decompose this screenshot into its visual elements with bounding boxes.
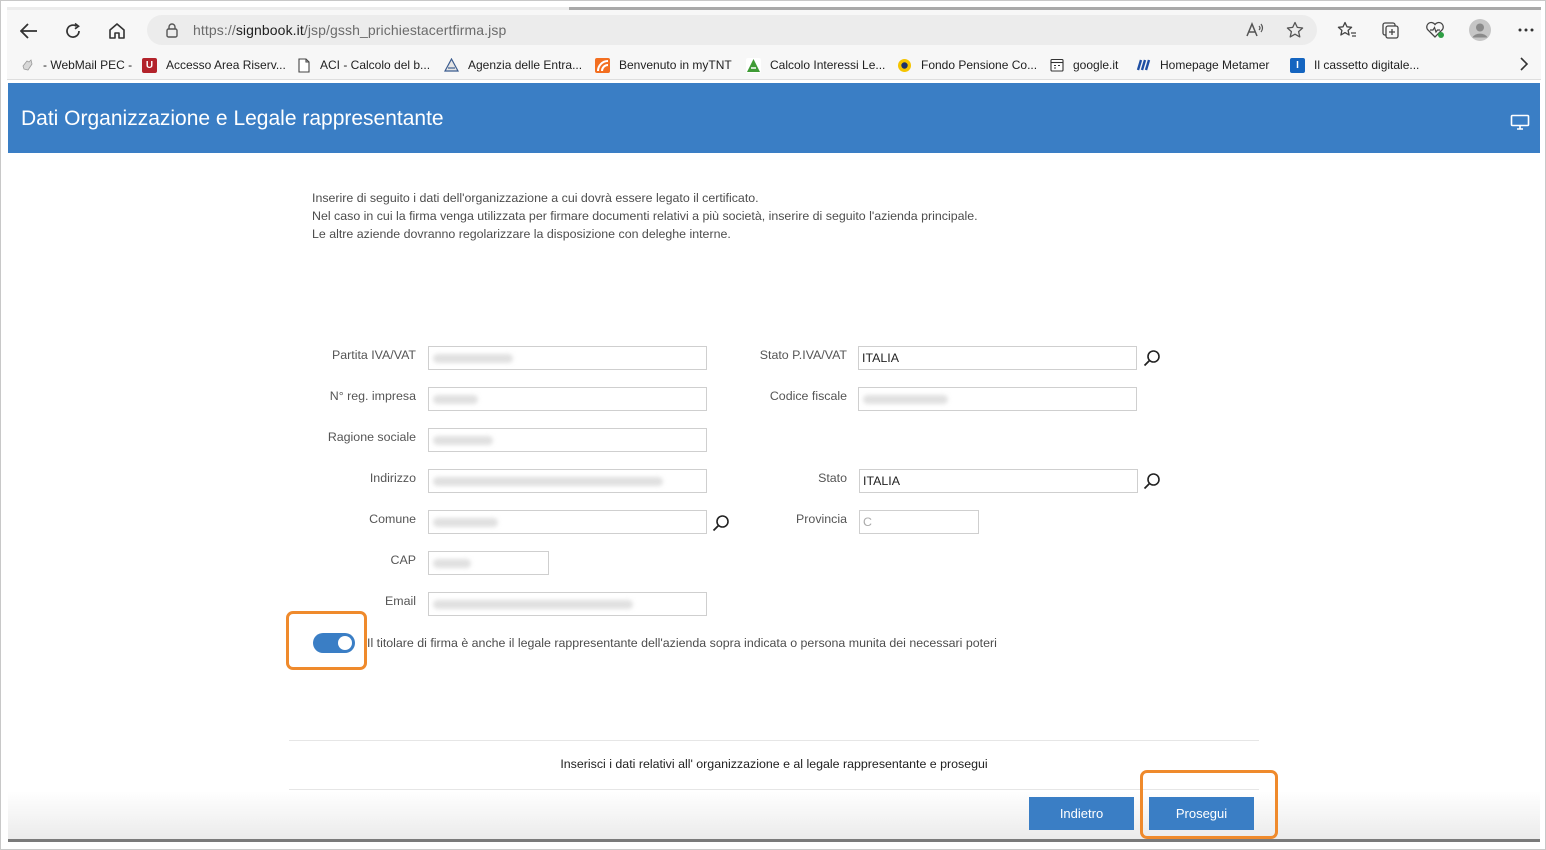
bookmarks-bar: - WebMail PEC - U Accesso Area Riserv...… bbox=[7, 50, 1541, 80]
bookmark-webmail-pec[interactable]: - WebMail PEC - bbox=[19, 56, 132, 74]
comune-search-icon[interactable] bbox=[712, 514, 730, 532]
bookmark-fondo-pensione[interactable]: Fondo Pensione Co... bbox=[897, 56, 1037, 74]
codice-fiscale-input[interactable] bbox=[858, 387, 1137, 411]
cap-label: CAP bbox=[390, 553, 416, 567]
email-label: Email bbox=[385, 594, 416, 608]
calendar-icon bbox=[1049, 58, 1064, 73]
url-text[interactable]: https://signbook.it/jsp/gssh_prichiestac… bbox=[193, 22, 506, 38]
footer-bar bbox=[8, 791, 1540, 839]
bookmark-agenzia-entrate[interactable]: Agenzia delle Entra... bbox=[444, 56, 582, 74]
toggle-label: Il titolare di firma è anche il legale r… bbox=[367, 636, 997, 650]
page-header: Dati Organizzazione e Legale rappresenta… bbox=[8, 83, 1540, 153]
ragione-sociale-input[interactable] bbox=[428, 428, 707, 452]
read-aloud-icon[interactable] bbox=[1243, 18, 1267, 42]
partita-iva-label: Partita IVA/VAT bbox=[331, 348, 416, 362]
stato-piva-input[interactable]: ITALIA bbox=[858, 346, 1137, 370]
back-arrow-icon[interactable] bbox=[16, 18, 42, 44]
collections-icon[interactable] bbox=[1378, 18, 1402, 42]
metamer-icon bbox=[1136, 58, 1151, 73]
toggle-knob bbox=[338, 636, 352, 650]
refresh-icon[interactable] bbox=[60, 18, 86, 44]
indietro-button[interactable]: Indietro bbox=[1029, 797, 1134, 830]
bookmark-calcolo-interessi[interactable]: Calcolo Interessi Le... bbox=[746, 56, 885, 74]
indirizzo-label: Indirizzo bbox=[369, 471, 416, 485]
more-options-icon[interactable] bbox=[1514, 18, 1538, 42]
indirizzo-input[interactable] bbox=[428, 469, 707, 493]
address-bar[interactable]: https://signbook.it/jsp/gssh_prichiestac… bbox=[147, 15, 1317, 45]
prosegui-highlight bbox=[1140, 770, 1278, 839]
page-title: Dati Organizzazione e Legale rappresenta… bbox=[21, 107, 444, 130]
browser-window: https://signbook.it/jsp/gssh_prichiestac… bbox=[0, 0, 1546, 850]
bookmark-cassetto-digitale[interactable]: I Il cassetto digitale... bbox=[1290, 56, 1419, 74]
document-icon bbox=[296, 57, 311, 73]
codice-fiscale-label: Codice fiscale bbox=[769, 389, 847, 403]
provincia-input[interactable]: C bbox=[859, 510, 979, 534]
nreg-impresa-label: N° reg. impresa bbox=[329, 389, 416, 403]
cassetto-icon: I bbox=[1290, 57, 1305, 73]
bookmark-accesso-area[interactable]: U Accesso Area Riserv... bbox=[142, 56, 286, 74]
stato-input[interactable]: ITALIA bbox=[859, 469, 1138, 493]
bookmark-google[interactable]: google.it bbox=[1049, 56, 1118, 74]
comune-input[interactable] bbox=[428, 510, 707, 534]
agenzia-icon bbox=[444, 58, 459, 73]
nreg-impresa-input[interactable] bbox=[428, 387, 707, 411]
email-input[interactable] bbox=[428, 592, 707, 616]
bookmark-metamer[interactable]: Homepage Metamer bbox=[1136, 56, 1269, 74]
provincia-label: Provincia bbox=[796, 512, 847, 526]
favorites-list-icon[interactable] bbox=[1335, 18, 1359, 42]
a-logo-icon bbox=[746, 57, 761, 73]
fondo-icon bbox=[897, 58, 912, 73]
favorite-star-icon[interactable] bbox=[1283, 18, 1307, 42]
ragione-sociale-label: Ragione sociale bbox=[327, 430, 416, 444]
monitor-icon[interactable] bbox=[1510, 114, 1530, 135]
profile-avatar-icon[interactable] bbox=[1468, 18, 1492, 42]
chevron-right-icon[interactable] bbox=[1519, 56, 1529, 77]
hand-icon bbox=[19, 58, 34, 73]
lock-icon[interactable] bbox=[165, 22, 179, 43]
divider bbox=[289, 740, 1259, 741]
partita-iva-input[interactable] bbox=[428, 346, 707, 370]
comune-label: Comune bbox=[369, 512, 416, 526]
intro-text: Inserire di seguito i dati dell'organizz… bbox=[312, 191, 978, 241]
browser-essentials-icon[interactable] bbox=[1423, 18, 1447, 42]
stato-piva-label: Stato P.IVA/VAT bbox=[759, 348, 847, 362]
home-icon[interactable] bbox=[104, 18, 130, 44]
legale-rappresentante-toggle[interactable] bbox=[313, 633, 355, 653]
footer-message: Inserisci i dati relativi all' organizza… bbox=[560, 757, 988, 771]
cap-input[interactable] bbox=[428, 551, 549, 575]
stato-label: Stato bbox=[818, 471, 847, 485]
bookmark-mytnt[interactable]: Benvenuto in myTNT bbox=[595, 56, 732, 74]
bookmark-aci-calcolo[interactable]: ACI - Calcolo del b... bbox=[296, 56, 430, 74]
page-bottom-edge bbox=[8, 839, 1540, 842]
u-logo-icon: U bbox=[142, 57, 157, 73]
browser-toolbar: https://signbook.it/jsp/gssh_prichiestac… bbox=[7, 10, 1541, 50]
stato-piva-search-icon[interactable] bbox=[1143, 349, 1161, 367]
tnt-icon bbox=[595, 57, 610, 73]
stato-search-icon[interactable] bbox=[1143, 472, 1161, 490]
divider bbox=[289, 789, 1259, 790]
